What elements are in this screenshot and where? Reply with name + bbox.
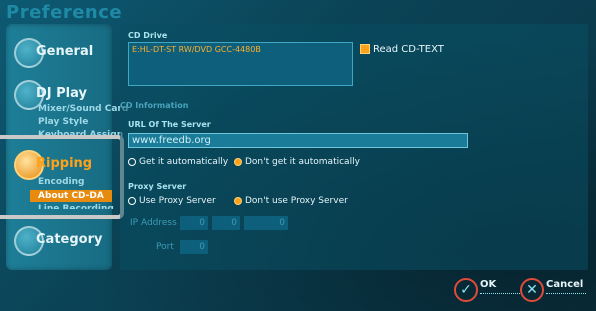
cd-drive-label: CD Drive [128,31,168,40]
cd-drive-item[interactable]: E:HL-DT-ST RW/DVD GCC-4480B [132,45,261,54]
cd-information-label: CD Information [120,101,189,110]
nav-category-label: Category [36,232,103,247]
preference-window: Preference General DJ Play Mixer/Sound C… [0,0,596,311]
radio-off-icon [128,196,136,205]
ok-underline [480,293,520,294]
dont-use-proxy-label: Don't use Proxy Server [245,196,348,206]
sub-play-style[interactable]: Play Style [38,117,88,127]
ip-octet-1[interactable]: 0 [180,216,208,230]
read-cd-text-checkbox[interactable]: Read CD-TEXT [360,44,444,55]
proxy-server-label: Proxy Server [128,182,187,191]
dont-get-auto-radio[interactable]: Don't get it automatically [234,157,360,167]
checkbox-checked-icon [360,44,370,54]
dont-get-auto-label: Don't get it automatically [245,157,360,167]
server-url-input[interactable]: www.freedb.org [128,133,468,148]
cd-drive-list[interactable]: E:HL-DT-ST RW/DVD GCC-4480B [128,42,353,86]
ip-octet-2[interactable]: 0 [212,216,240,230]
cancel-underline [546,293,586,294]
read-cd-text-label: Read CD-TEXT [373,44,444,55]
ip-octet-4[interactable]: 0 [262,216,288,230]
radio-off-icon [128,157,136,166]
sub-mixer-sound-card[interactable]: Mixer/Sound Card [38,104,128,114]
port-input[interactable]: 0 [180,240,208,254]
check-icon: ✓ [454,278,478,302]
close-icon: ✕ [520,278,544,302]
selection-frame [0,135,124,219]
use-proxy-radio[interactable]: Use Proxy Server [128,196,216,206]
radio-on-icon [234,157,242,166]
radio-on-icon [234,196,242,205]
ok-label: OK [480,279,497,290]
port-label: Port [156,242,174,252]
get-auto-label: Get it automatically [139,157,229,167]
url-server-label: URL Of The Server [128,120,211,129]
nav-general-label: General [36,44,94,59]
nav-djplay-label: DJ Play [36,86,87,101]
window-title: Preference [6,2,123,23]
cancel-label: Cancel [546,279,584,290]
use-proxy-label: Use Proxy Server [139,196,216,206]
get-auto-radio[interactable]: Get it automatically [128,157,228,167]
dont-use-proxy-radio[interactable]: Don't use Proxy Server [234,196,348,206]
ip-address-label: IP Address [130,218,177,228]
